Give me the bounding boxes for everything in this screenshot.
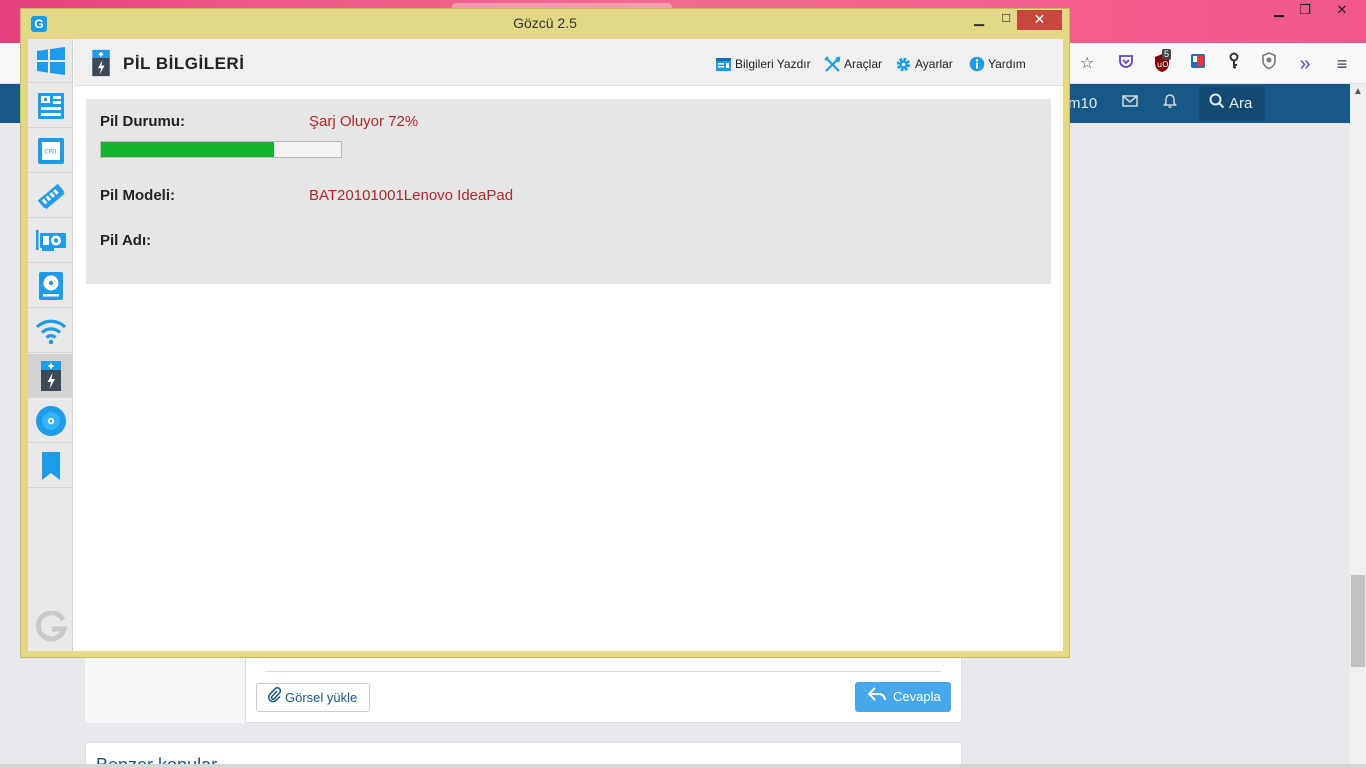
taskbar-edge [0,764,1366,768]
battery-charge-fill [101,142,274,157]
extension-icon[interactable] [1186,52,1210,76]
bookmark-icon [41,451,60,480]
bookmark-star-icon[interactable]: ☆ [1075,52,1099,76]
print-info-label: Bilgileri Yazdır [735,57,811,71]
close-button[interactable]: ✕ [1017,10,1062,30]
reply-arrow-icon [867,683,887,713]
battery-status-value: Şarj Oluyor 72% [309,113,419,130]
sidebar-item-storage[interactable] [28,264,73,308]
reply-label: Cevapla [893,689,941,704]
app-titlebar[interactable]: G Gözcü 2.5 ▁ ☐ ✕ [21,9,1069,39]
windows-icon [36,46,65,75]
graphics-card-icon [35,229,66,251]
sidebar-item-network[interactable] [28,309,73,353]
app-title: Gözcü 2.5 [513,15,577,31]
info-icon [969,56,985,72]
battery-status-label: Pil Durumu: [100,113,185,130]
overflow-chevron-icon[interactable]: » [1293,52,1317,76]
pocket-icon[interactable] [1114,52,1138,76]
browser-restore-button[interactable]: ❐ [1288,0,1322,20]
sidebar-item-graphics[interactable] [28,219,73,263]
reply-divider [265,671,941,672]
extension-badge: 5 [1162,49,1172,60]
menu-hamburger-icon[interactable]: ≡ [1330,52,1354,76]
gozcu-watermark-logo-icon [35,611,67,642]
scroll-up-arrow-icon[interactable]: ▲ [1350,86,1366,100]
battery-info-panel: Pil Durumu: Şarj Oluyor 72% Pil Modeli: … [86,99,1051,284]
paperclip-icon [267,685,282,712]
sidebar-item-motherboard[interactable] [28,84,73,128]
battery-model-label: Pil Modeli: [100,187,175,204]
upload-image-button[interactable]: Görsel yükle [256,683,370,712]
reply-button[interactable]: Cevapla [855,682,951,712]
key-icon[interactable] [1222,52,1246,76]
wifi-icon [35,319,66,344]
settings-label: Ayarlar [915,57,953,71]
sidebar-item-memory[interactable] [28,174,73,218]
optical-disc-icon [35,405,66,436]
gozcu-app-window: G Gözcü 2.5 ▁ ☐ ✕ CPU PİL BİLGİLERİ Bilg… [20,8,1070,658]
battery-charge-progress-bar [100,141,342,158]
mail-icon[interactable] [1122,94,1142,114]
browser-close-button[interactable]: ✕ [1320,0,1364,20]
gear-icon [896,57,911,71]
sidebar-item-optical-drive[interactable] [28,399,73,443]
print-info-icon [716,58,731,71]
sidebar-item-cpu[interactable]: CPU [28,129,73,173]
nav-username[interactable]: m10 [1068,84,1097,123]
ram-icon [37,183,65,209]
battery-header-icon [92,49,110,77]
shield-icon[interactable] [1257,52,1281,76]
app-client-area: CPU PİL BİLGİLERİ Bilgileri Yazdır Araçl… [28,39,1063,651]
site-search-button[interactable]: Ara [1199,86,1265,121]
maximize-button[interactable]: ☐ [996,10,1016,30]
reply-avatar-column [85,652,246,723]
ublock-extension-icon[interactable]: uO 5 [1150,49,1174,76]
search-icon [1209,87,1225,122]
help-button[interactable]: Yardım [969,55,1026,73]
sidebar-item-operating-system[interactable] [28,39,73,83]
tools-label: Araçlar [844,57,883,71]
sidebar-item-battery[interactable] [28,354,73,398]
svg-text:uO: uO [1157,60,1168,69]
battery-name-label: Pil Adı: [100,232,152,249]
page-scrollbar-thumb[interactable] [1351,575,1365,667]
sidebar-item-bookmarks[interactable] [28,444,73,488]
page-title: PİL BİLGİLERİ [123,54,245,73]
motherboard-icon [37,92,64,119]
tools-icon [824,55,841,72]
cpu-icon: CPU [37,137,64,164]
hard-disk-icon [38,271,63,300]
tools-button[interactable]: Araçlar [824,55,882,73]
page-header: PİL BİLGİLERİ Bilgileri Yazdır Araçlar A… [74,39,1063,86]
battery-model-value: BAT20101001Lenovo IdeaPad [309,187,514,204]
search-label: Ara [1229,95,1253,112]
svg-text:CPU: CPU [44,148,56,155]
upload-image-label: Görsel yükle [285,690,358,705]
category-sidebar: CPU [28,39,73,651]
settings-button[interactable]: Ayarlar [895,55,953,73]
bell-icon[interactable] [1162,93,1182,113]
print-info-button[interactable]: Bilgileri Yazdır [715,55,811,73]
help-label: Yardım [988,57,1026,71]
battery-icon [40,360,61,391]
minimize-button[interactable]: ▁ [969,10,989,30]
